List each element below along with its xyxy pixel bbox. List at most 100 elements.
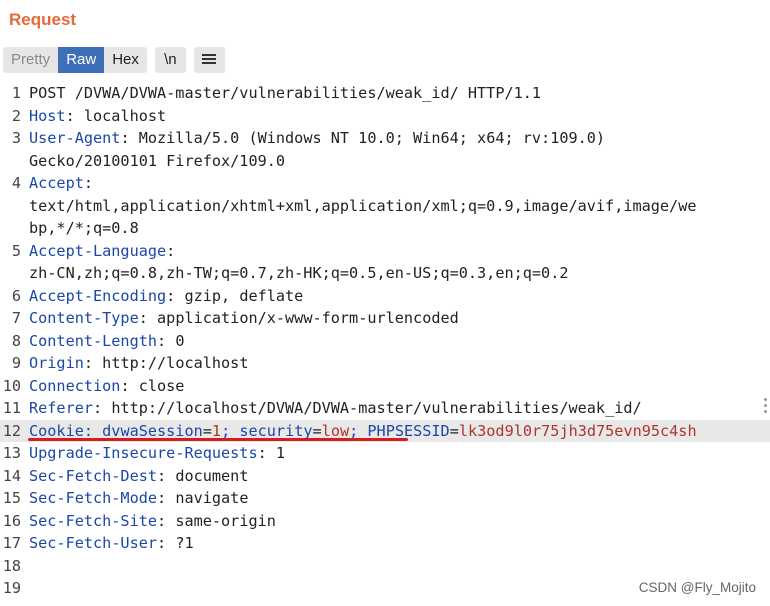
request-line: 15 Sec-Fetch-Mode: navigate	[0, 487, 770, 510]
cookie-value: 1	[211, 421, 222, 440]
header-colon: :	[120, 376, 139, 395]
hex-tab[interactable]: Hex	[104, 47, 147, 73]
line-content: Accept-Language:	[29, 240, 184, 263]
header-name: Accept-Language	[29, 241, 167, 260]
header-name: Sec-Fetch-User	[29, 534, 158, 552]
watermark: CSDN @Fly_Mojito	[638, 580, 756, 595]
show-newlines-button[interactable]: \n	[154, 47, 186, 73]
header-value: 1	[275, 444, 286, 462]
request-line: 14 Sec-Fetch-Dest: document	[0, 465, 770, 488]
line-number: 16	[2, 511, 21, 530]
line-number: 14	[2, 466, 21, 485]
pretty-tab[interactable]: Pretty	[3, 47, 59, 73]
line-number: 8	[11, 331, 21, 350]
header-colon: :	[83, 174, 103, 192]
line-number: 19	[2, 579, 21, 597]
request-line: zh-CN,zh;q=0.8,zh-TW;q=0.7,zh-HK;q=0.5,e…	[0, 262, 770, 285]
equals-sign: =	[202, 421, 212, 440]
header-value: http://localhost/DVWA/DVWA-master/vulner…	[111, 399, 642, 417]
header-colon: :	[166, 286, 185, 305]
header-colon: :	[120, 129, 139, 147]
request-line: 3 User-Agent: Mozilla/5.0 (Windows NT 10.…	[0, 127, 770, 150]
line-content: text/html,application/xhtml+xml,applicat…	[29, 195, 697, 218]
request-line: 2 Host: localhost	[0, 105, 770, 128]
header-colon: :	[138, 309, 158, 327]
scroll-handle[interactable]	[764, 398, 768, 416]
request-line: 6 Accept-Encoding: gzip, deflate	[0, 285, 770, 308]
line-content: Sec-Fetch-User: ?1	[29, 532, 194, 555]
header-value: same-origin	[175, 511, 276, 530]
line-content: Origin: http://localhost	[29, 352, 248, 375]
line-number: 3	[11, 129, 21, 147]
line-text: zh-CN,zh;q=0.8,zh-TW;q=0.7,zh-HK;q=0.5,e…	[29, 264, 569, 282]
line-text: text/html,application/xhtml+xml,applicat…	[29, 196, 697, 215]
line-number: 7	[11, 309, 21, 327]
line-number: 2	[11, 106, 21, 125]
request-line: 16 Sec-Fetch-Site: same-origin	[0, 510, 770, 533]
request-line: 9 Origin: http://localhost	[0, 352, 770, 375]
header-colon: :	[157, 331, 176, 350]
line-content: Host: localhost	[29, 105, 166, 128]
line-text: POST /DVWA/DVWA-master/vulnerabilities/w…	[29, 84, 542, 102]
line-text: Gecko/20100101 Firefox/109.0	[29, 151, 286, 170]
request-line: text/html,application/xhtml+xml,applicat…	[0, 195, 770, 218]
request-line: 17 Sec-Fetch-User: ?1	[0, 532, 770, 555]
line-content: Sec-Fetch-Site: same-origin	[29, 510, 276, 533]
line-number: 5	[11, 241, 21, 260]
cookie-value: lk3od9l0r75jh3d75evn95c4sh	[458, 421, 697, 440]
cookie-underline-annotation	[28, 438, 408, 441]
line-content: Upgrade-Insecure-Requests: 1	[29, 442, 285, 465]
header-value: document	[175, 466, 249, 485]
line-number: 12	[2, 421, 21, 440]
request-line: bp,*/*;q=0.8	[0, 217, 770, 240]
line-number: 6	[11, 286, 21, 305]
line-number: 1	[11, 84, 21, 102]
line-number: 9	[11, 354, 21, 372]
header-value: ?1	[175, 534, 194, 552]
header-name: Sec-Fetch-Site	[29, 511, 158, 530]
request-line: 11 Referer: http://localhost/DVWA/DVWA-ma…	[0, 397, 770, 420]
line-content: Sec-Fetch-Dest: document	[29, 465, 248, 488]
line-content: Content-Length: 0	[29, 330, 184, 353]
line-content: bp,*/*;q=0.8	[29, 217, 139, 240]
header-name: Cookie:	[29, 421, 103, 440]
header-name: Connection	[29, 376, 121, 395]
line-number: 17	[2, 534, 21, 552]
header-name: Upgrade-Insecure-Requests	[29, 444, 258, 462]
request-line: 5 Accept-Language:	[0, 240, 770, 263]
menu-button[interactable]	[193, 47, 225, 73]
header-name: Sec-Fetch-Mode	[29, 489, 158, 507]
cookie-name: security	[239, 421, 313, 440]
header-value: localhost	[83, 106, 167, 125]
line-number: 13	[2, 444, 21, 462]
raw-tab[interactable]: Raw	[58, 47, 105, 73]
request-line: 7 Content-Type: application/x-www-form-ur…	[0, 307, 770, 330]
header-value: 0	[175, 331, 185, 350]
line-number: 11	[2, 399, 21, 417]
header-colon: :	[166, 241, 185, 260]
header-name: Referer	[29, 399, 94, 417]
header-colon: :	[83, 354, 103, 372]
request-line: 1 POST /DVWA/DVWA-master/vulnerabilities/…	[0, 82, 770, 105]
cookie-separator: ;	[221, 421, 240, 440]
header-colon: :	[65, 106, 84, 125]
header-colon: :	[157, 489, 176, 507]
equals-sign: =	[312, 421, 322, 440]
header-name: Host	[29, 106, 66, 125]
cookie-name: dvwaSession	[102, 421, 203, 440]
panel-title: Request	[9, 10, 77, 29]
request-line: 8 Content-Length: 0	[0, 330, 770, 353]
cookie-name: PHPSESSID	[367, 421, 450, 440]
hamburger-menu-icon	[202, 54, 217, 64]
request-line: 4 Accept:	[0, 172, 770, 195]
header-colon: :	[157, 534, 176, 552]
line-content: Gecko/20100101 Firefox/109.0	[29, 150, 285, 173]
request-editor[interactable]: 1 POST /DVWA/DVWA-master/vulnerabilities/…	[0, 82, 770, 600]
header-name: Accept	[29, 174, 84, 192]
request-line: 10 Connection: close	[0, 375, 770, 398]
line-number: 4	[11, 174, 21, 192]
line-content: Sec-Fetch-Mode: navigate	[29, 487, 248, 510]
line-content: POST /DVWA/DVWA-master/vulnerabilities/w…	[29, 82, 541, 105]
line-content: Accept-Encoding: gzip, deflate	[29, 285, 303, 308]
line-content: Accept:	[29, 172, 102, 195]
